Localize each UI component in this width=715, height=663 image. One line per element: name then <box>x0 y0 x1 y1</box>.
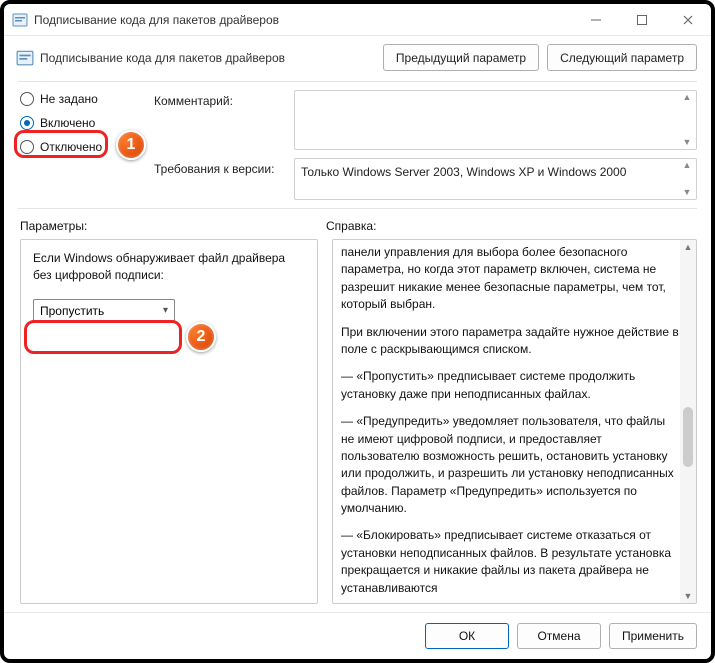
help-panel: панели управления для выбора более безоп… <box>332 239 697 604</box>
apply-button[interactable]: Применить <box>609 623 697 649</box>
scroll-up-icon: ▲ <box>680 161 694 170</box>
policy-name: Подписывание кода для пакетов драйверов <box>40 51 375 65</box>
policy-icon <box>16 49 34 67</box>
signing-action-combobox[interactable]: Пропустить ▾ <box>33 299 175 323</box>
maximize-button[interactable] <box>619 4 665 36</box>
policy-icon <box>12 12 28 28</box>
prev-setting-button[interactable]: Предыдущий параметр <box>383 44 539 71</box>
state-radios: Не задано Включено Отключено <box>20 90 140 154</box>
help-text: панели управления для выбора более безоп… <box>341 240 680 603</box>
scrollbar[interactable]: ▲ ▼ <box>680 240 696 603</box>
radio-enabled[interactable]: Включено <box>20 116 140 130</box>
ok-button[interactable]: ОК <box>425 623 509 649</box>
titlebar: Подписывание кода для пакетов драйверов <box>4 4 711 36</box>
next-setting-button[interactable]: Следующий параметр <box>547 44 697 71</box>
requirements-label: Требования к версии: <box>154 158 286 176</box>
close-button[interactable] <box>665 4 711 36</box>
scroll-up-icon: ▲ <box>680 93 694 102</box>
requirements-text: Только Windows Server 2003, Windows XP и… <box>301 165 626 179</box>
options-label: Параметры: <box>20 219 326 233</box>
scrollbar[interactable]: ▲ ▼ <box>680 161 694 197</box>
scroll-down-icon: ▼ <box>684 589 693 603</box>
radio-label: Не задано <box>40 92 98 106</box>
radio-icon <box>20 92 34 106</box>
cancel-button[interactable]: Отмена <box>517 623 601 649</box>
comment-label: Комментарий: <box>154 90 286 108</box>
option-description: Если Windows обнаруживает файл драйвера … <box>33 250 305 285</box>
radio-not-configured[interactable]: Не задано <box>20 92 140 106</box>
radio-icon <box>20 116 34 130</box>
minimize-button[interactable] <box>573 4 619 36</box>
radio-disabled[interactable]: Отключено <box>20 140 140 154</box>
radio-label: Отключено <box>40 140 102 154</box>
scrollbar[interactable]: ▲ ▼ <box>680 93 694 147</box>
scroll-down-icon: ▼ <box>680 188 694 197</box>
radio-label: Включено <box>40 116 95 130</box>
requirements-box: Только Windows Server 2003, Windows XP и… <box>294 158 697 200</box>
scroll-up-icon: ▲ <box>684 240 693 254</box>
radio-icon <box>20 140 34 154</box>
options-panel: Если Windows обнаруживает файл драйвера … <box>20 239 318 604</box>
chevron-down-icon: ▾ <box>163 305 168 316</box>
policy-header: Подписывание кода для пакетов драйверов … <box>4 36 711 81</box>
dialog-buttons: ОК Отмена Применить <box>4 612 711 659</box>
combobox-value: Пропустить <box>40 304 104 318</box>
window-title: Подписывание кода для пакетов драйверов <box>34 13 573 27</box>
help-label: Справка: <box>326 219 697 233</box>
comment-textarea[interactable]: ▲ ▼ <box>294 90 697 150</box>
scroll-thumb[interactable] <box>683 407 693 467</box>
scroll-down-icon: ▼ <box>680 138 694 147</box>
